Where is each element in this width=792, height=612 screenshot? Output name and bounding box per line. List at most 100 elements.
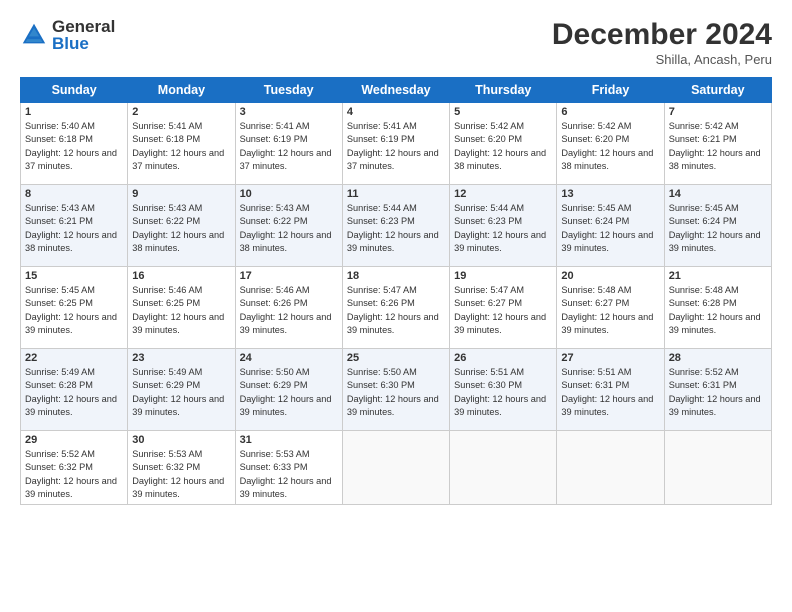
day-number: 3	[240, 106, 338, 118]
calendar-cell: 5 Sunrise: 5:42 AM Sunset: 6:20 PM Daylig…	[450, 103, 557, 185]
calendar-cell	[557, 431, 664, 505]
calendar-cell: 20 Sunrise: 5:48 AM Sunset: 6:27 PM Dayli…	[557, 267, 664, 349]
day-info: Sunrise: 5:40 AM Sunset: 6:18 PM Dayligh…	[25, 120, 123, 173]
calendar-cell: 1 Sunrise: 5:40 AM Sunset: 6:18 PM Daylig…	[21, 103, 128, 185]
day-info: Sunrise: 5:50 AM Sunset: 6:29 PM Dayligh…	[240, 366, 338, 419]
weekday-header-thursday: Thursday	[450, 78, 557, 103]
day-number: 20	[561, 270, 659, 282]
day-info: Sunrise: 5:46 AM Sunset: 6:26 PM Dayligh…	[240, 284, 338, 337]
calendar-cell: 31 Sunrise: 5:53 AM Sunset: 6:33 PM Dayli…	[235, 431, 342, 505]
weekday-header-sunday: Sunday	[21, 78, 128, 103]
calendar-cell: 9Sunrise: 5:43 AM Sunset: 6:22 PM Daylig…	[128, 185, 235, 267]
day-info: Sunrise: 5:42 AM Sunset: 6:20 PM Dayligh…	[561, 120, 659, 173]
day-number: 5	[454, 106, 552, 118]
day-info: Sunrise: 5:43 AM Sunset: 6:22 PM Dayligh…	[132, 202, 230, 255]
calendar-cell: 15Sunrise: 5:45 AM Sunset: 6:25 PM Dayli…	[21, 267, 128, 349]
day-number: 8	[25, 188, 123, 200]
calendar-cell: 19Sunrise: 5:47 AM Sunset: 6:27 PM Dayli…	[450, 267, 557, 349]
calendar-cell: 11Sunrise: 5:44 AM Sunset: 6:23 PM Dayli…	[342, 185, 449, 267]
day-info: Sunrise: 5:52 AM Sunset: 6:32 PM Dayligh…	[25, 448, 123, 501]
day-info: Sunrise: 5:52 AM Sunset: 6:31 PM Dayligh…	[669, 366, 767, 419]
weekday-header-row: SundayMondayTuesdayWednesdayThursdayFrid…	[21, 78, 772, 103]
day-number: 26	[454, 352, 552, 364]
logo-blue-text: Blue	[52, 35, 115, 52]
day-info: Sunrise: 5:45 AM Sunset: 6:24 PM Dayligh…	[669, 202, 767, 255]
calendar-cell: 26 Sunrise: 5:51 AM Sunset: 6:30 PM Dayli…	[450, 349, 557, 431]
page: General Blue December 2024 Shilla, Ancas…	[0, 0, 792, 612]
calendar-week-row: 15Sunrise: 5:45 AM Sunset: 6:25 PM Dayli…	[21, 267, 772, 349]
day-number: 13	[561, 188, 659, 200]
day-number: 25	[347, 352, 445, 364]
title-block: December 2024 Shilla, Ancash, Peru	[552, 18, 772, 67]
day-number: 16	[132, 270, 230, 282]
day-info: Sunrise: 5:51 AM Sunset: 6:30 PM Dayligh…	[454, 366, 552, 419]
calendar-cell: 16 Sunrise: 5:46 AM Sunset: 6:25 PM Dayli…	[128, 267, 235, 349]
calendar-cell: 22 Sunrise: 5:49 AM Sunset: 6:28 PM Dayli…	[21, 349, 128, 431]
logo-text: General Blue	[52, 18, 115, 52]
calendar-cell	[450, 431, 557, 505]
day-number: 14	[669, 188, 767, 200]
day-number: 6	[561, 106, 659, 118]
day-info: Sunrise: 5:45 AM Sunset: 6:24 PM Dayligh…	[561, 202, 659, 255]
day-info: Sunrise: 5:49 AM Sunset: 6:28 PM Dayligh…	[25, 366, 123, 419]
day-info: Sunrise: 5:47 AM Sunset: 6:27 PM Dayligh…	[454, 284, 552, 337]
calendar-cell: 30 Sunrise: 5:53 AM Sunset: 6:32 PM Dayli…	[128, 431, 235, 505]
weekday-header-saturday: Saturday	[664, 78, 771, 103]
logo: General Blue	[20, 18, 115, 52]
weekday-header-tuesday: Tuesday	[235, 78, 342, 103]
day-number: 17	[240, 270, 338, 282]
day-info: Sunrise: 5:41 AM Sunset: 6:18 PM Dayligh…	[132, 120, 230, 173]
day-number: 10	[240, 188, 338, 200]
day-number: 7	[669, 106, 767, 118]
day-number: 23	[132, 352, 230, 364]
weekday-header-monday: Monday	[128, 78, 235, 103]
day-number: 21	[669, 270, 767, 282]
calendar-cell: 25Sunrise: 5:50 AM Sunset: 6:30 PM Dayli…	[342, 349, 449, 431]
calendar-cell: 8Sunrise: 5:43 AM Sunset: 6:21 PM Daylig…	[21, 185, 128, 267]
day-number: 31	[240, 434, 338, 446]
calendar-cell: 21Sunrise: 5:48 AM Sunset: 6:28 PM Dayli…	[664, 267, 771, 349]
calendar-table: SundayMondayTuesdayWednesdayThursdayFrid…	[20, 77, 772, 505]
calendar-cell: 7 Sunrise: 5:42 AM Sunset: 6:21 PM Daylig…	[664, 103, 771, 185]
day-number: 22	[25, 352, 123, 364]
day-info: Sunrise: 5:43 AM Sunset: 6:22 PM Dayligh…	[240, 202, 338, 255]
calendar-cell: 14 Sunrise: 5:45 AM Sunset: 6:24 PM Dayli…	[664, 185, 771, 267]
calendar-cell: 4 Sunrise: 5:41 AM Sunset: 6:19 PM Daylig…	[342, 103, 449, 185]
day-info: Sunrise: 5:51 AM Sunset: 6:31 PM Dayligh…	[561, 366, 659, 419]
location: Shilla, Ancash, Peru	[552, 52, 772, 67]
day-info: Sunrise: 5:53 AM Sunset: 6:32 PM Dayligh…	[132, 448, 230, 501]
calendar-cell: 3Sunrise: 5:41 AM Sunset: 6:19 PM Daylig…	[235, 103, 342, 185]
day-number: 30	[132, 434, 230, 446]
day-info: Sunrise: 5:53 AM Sunset: 6:33 PM Dayligh…	[240, 448, 338, 501]
day-info: Sunrise: 5:45 AM Sunset: 6:25 PM Dayligh…	[25, 284, 123, 337]
logo-general-text: General	[52, 18, 115, 35]
day-number: 1	[25, 106, 123, 118]
day-info: Sunrise: 5:42 AM Sunset: 6:20 PM Dayligh…	[454, 120, 552, 173]
calendar-cell: 18Sunrise: 5:47 AM Sunset: 6:26 PM Dayli…	[342, 267, 449, 349]
day-number: 2	[132, 106, 230, 118]
calendar-cell: 2 Sunrise: 5:41 AM Sunset: 6:18 PM Daylig…	[128, 103, 235, 185]
day-number: 4	[347, 106, 445, 118]
calendar-cell: 23 Sunrise: 5:49 AM Sunset: 6:29 PM Dayli…	[128, 349, 235, 431]
logo-icon	[20, 21, 48, 49]
day-number: 29	[25, 434, 123, 446]
calendar-cell: 24 Sunrise: 5:50 AM Sunset: 6:29 PM Dayli…	[235, 349, 342, 431]
calendar-week-row: 22 Sunrise: 5:49 AM Sunset: 6:28 PM Dayli…	[21, 349, 772, 431]
day-number: 12	[454, 188, 552, 200]
day-info: Sunrise: 5:46 AM Sunset: 6:25 PM Dayligh…	[132, 284, 230, 337]
day-number: 27	[561, 352, 659, 364]
day-info: Sunrise: 5:44 AM Sunset: 6:23 PM Dayligh…	[347, 202, 445, 255]
day-number: 24	[240, 352, 338, 364]
day-info: Sunrise: 5:42 AM Sunset: 6:21 PM Dayligh…	[669, 120, 767, 173]
calendar-cell: 29 Sunrise: 5:52 AM Sunset: 6:32 PM Dayli…	[21, 431, 128, 505]
weekday-header-wednesday: Wednesday	[342, 78, 449, 103]
calendar-cell: 28Sunrise: 5:52 AM Sunset: 6:31 PM Dayli…	[664, 349, 771, 431]
calendar-cell: 12Sunrise: 5:44 AM Sunset: 6:23 PM Dayli…	[450, 185, 557, 267]
day-info: Sunrise: 5:41 AM Sunset: 6:19 PM Dayligh…	[347, 120, 445, 173]
day-info: Sunrise: 5:48 AM Sunset: 6:27 PM Dayligh…	[561, 284, 659, 337]
header: General Blue December 2024 Shilla, Ancas…	[20, 18, 772, 67]
calendar-week-row: 8Sunrise: 5:43 AM Sunset: 6:21 PM Daylig…	[21, 185, 772, 267]
month-title: December 2024	[552, 18, 772, 52]
day-info: Sunrise: 5:49 AM Sunset: 6:29 PM Dayligh…	[132, 366, 230, 419]
calendar-cell	[342, 431, 449, 505]
